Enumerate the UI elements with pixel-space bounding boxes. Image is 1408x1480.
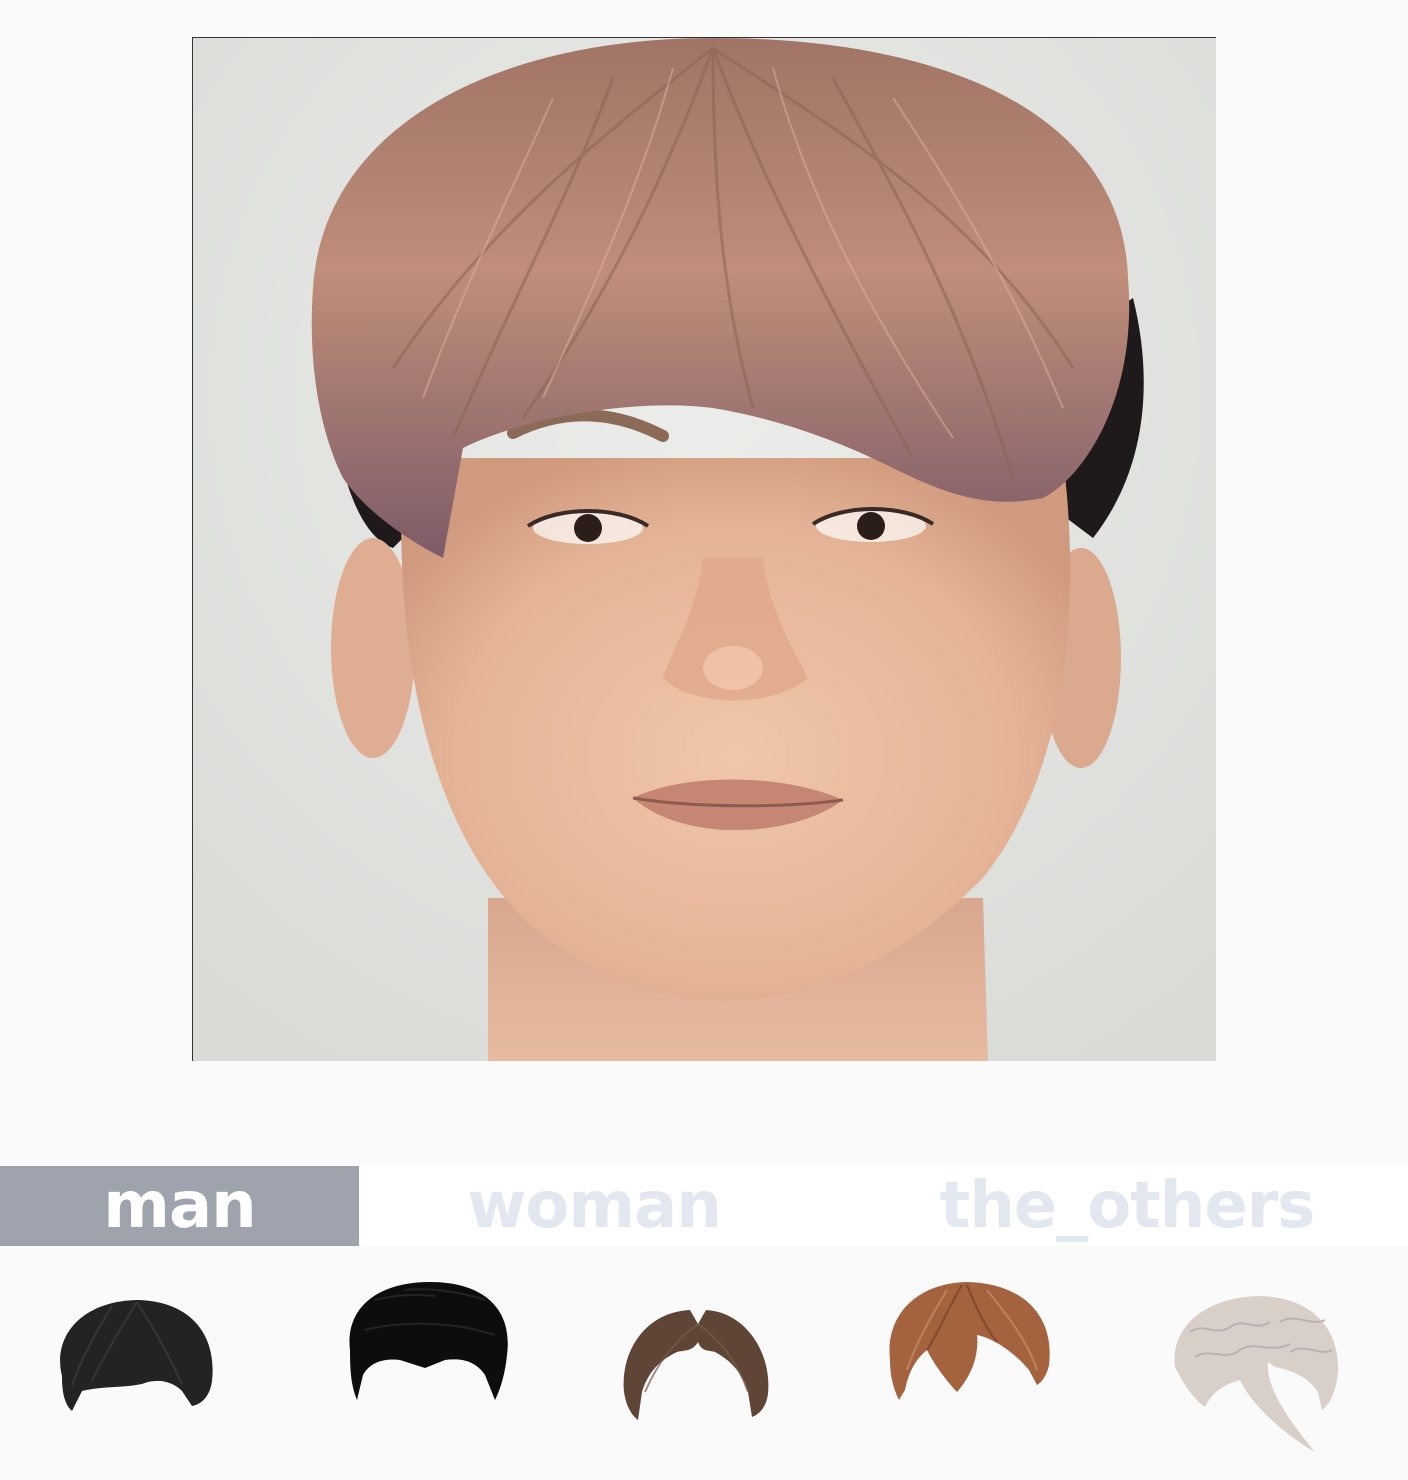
- hairstyle-option-brown-parted[interactable]: [620, 1302, 772, 1427]
- tab-man-label: man: [103, 1169, 256, 1243]
- hairstyle-option-black-short[interactable]: [52, 1296, 217, 1421]
- category-tabs: man woman the_others: [0, 1166, 1408, 1246]
- preview-photo: [192, 37, 1216, 1061]
- black-short-hair-icon: [60, 1300, 213, 1411]
- tab-the-others[interactable]: the_others: [940, 1166, 1315, 1246]
- hairstyle-strip: [0, 1246, 1408, 1480]
- brown-parted-hair-icon: [623, 1310, 769, 1420]
- black-fluffy-hair-icon: [349, 1282, 508, 1400]
- tab-woman[interactable]: woman: [414, 1166, 774, 1246]
- tab-woman-label: woman: [467, 1169, 722, 1243]
- auburn-bowl-hair-icon: [889, 1282, 1050, 1400]
- tab-the-others-label: the_others: [939, 1169, 1316, 1243]
- tab-man[interactable]: man: [0, 1166, 359, 1246]
- portrait-image: [193, 38, 1216, 1061]
- platinum-wavy-hair-icon: [1174, 1296, 1339, 1452]
- hairstyle-option-auburn-bowl[interactable]: [887, 1280, 1052, 1410]
- hairstyle-option-platinum-wavy[interactable]: [1170, 1292, 1345, 1457]
- hairstyle-option-black-fluffy[interactable]: [345, 1280, 510, 1410]
